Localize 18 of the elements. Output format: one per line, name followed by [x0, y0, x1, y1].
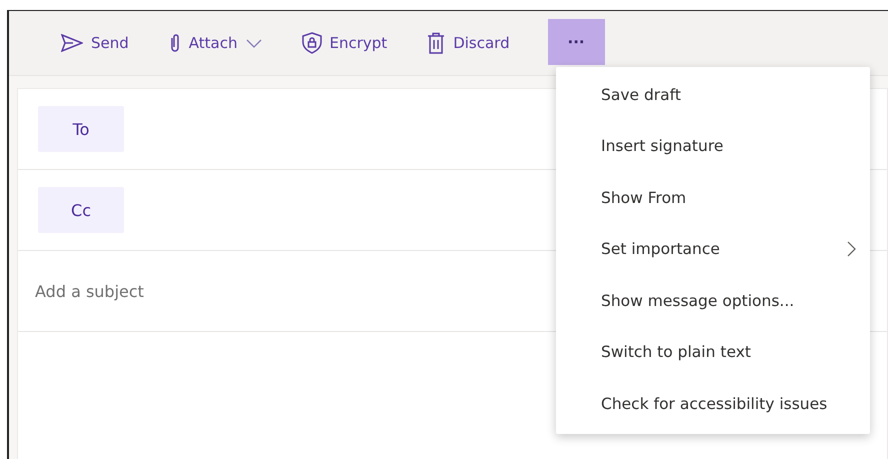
chevron-down-icon [246, 38, 262, 48]
menu-item[interactable]: Check for accessibility issues [556, 378, 870, 430]
menu-item[interactable]: Insert signature [556, 120, 870, 172]
paperclip-icon [168, 33, 181, 53]
more-options-button[interactable]: ··· [548, 19, 605, 65]
recipient-button[interactable]: Cc [38, 187, 124, 233]
menu-item[interactable]: Show From [556, 172, 870, 224]
menu-item[interactable]: Show message options... [556, 275, 870, 326]
encrypt-button[interactable]: Encrypt [294, 26, 396, 60]
discard-button[interactable]: Discard [419, 26, 518, 60]
shield-lock-icon [302, 32, 322, 54]
trash-icon [427, 32, 446, 54]
menu-item[interactable]: Save draft [556, 69, 870, 120]
send-icon [61, 34, 83, 52]
recipient-button[interactable]: To [38, 106, 124, 152]
attach-button[interactable]: Attach [160, 27, 270, 59]
chevron-right-icon [847, 241, 856, 258]
send-button[interactable]: Send [53, 28, 137, 58]
